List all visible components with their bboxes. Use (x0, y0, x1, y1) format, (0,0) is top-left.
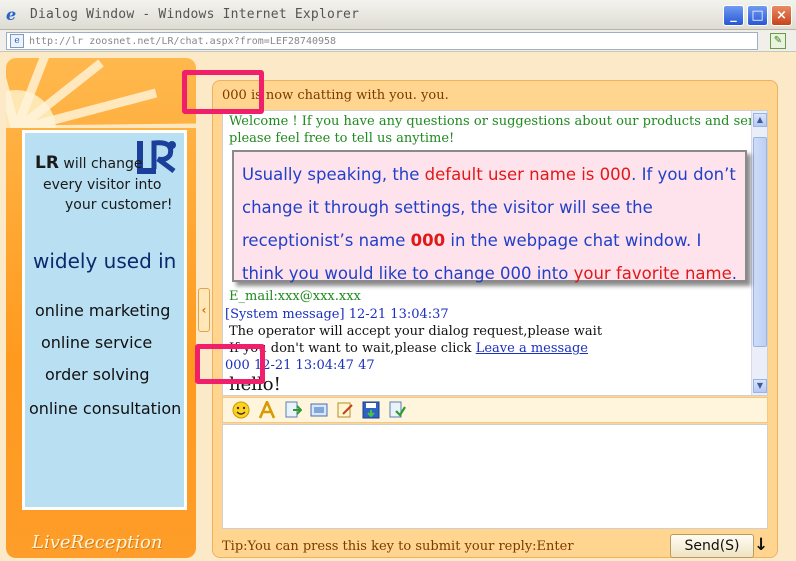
ad-item: order solving (45, 365, 150, 384)
edit-note-icon[interactable] (335, 401, 354, 420)
ad-box: LR will change every visitor into your c… (22, 130, 187, 510)
ad-logo-text: LR (35, 153, 59, 173)
ad-item: online service (41, 333, 153, 352)
page-icon: e (10, 34, 24, 48)
callout-highlight-default: default user name is 000 (424, 165, 632, 184)
address-url[interactable]: http://lr zoosnet.net/LR/chat.aspx?from=… (29, 36, 336, 47)
callout-text-1: Usually speaking, the (242, 165, 425, 184)
page-status-icon[interactable]: ✎ (770, 33, 786, 49)
ad-item: online consultation (29, 399, 182, 418)
screenshot-icon[interactable] (309, 401, 328, 420)
save-icon[interactable] (361, 401, 380, 420)
lr-logo-icon (137, 140, 176, 174)
wait-message-text: If you don't want to wait,please click (229, 341, 472, 356)
window-controls: _ □ × (723, 5, 792, 26)
callout-highlight-favorite: your favorite name (573, 264, 732, 283)
reply-input[interactable] (222, 424, 768, 529)
welcome-line-1: Welcome ! If you have any questions or s… (229, 114, 768, 129)
ad-line-2: every visitor into (43, 177, 162, 193)
minimize-button[interactable]: _ (723, 5, 744, 26)
operator-accept-message: The operator will accept your dialog req… (229, 324, 603, 339)
window-title: Dialog Window - Windows Internet Explore… (30, 7, 360, 22)
send-file-icon[interactable] (283, 401, 302, 420)
annotation-callout: Usually speaking, the default user name … (232, 150, 747, 283)
system-message-label: [System message] 12-21 13:04:37 (225, 307, 449, 322)
address-bar: e http://lr zoosnet.net/LR/chat.aspx?fro… (0, 30, 796, 52)
send-button[interactable]: Send(S) (670, 534, 754, 558)
ad-heading: widely used in (33, 249, 177, 273)
callout-text-4: . (731, 264, 737, 283)
scroll-up-icon[interactable]: ▲ (753, 113, 767, 127)
ie-logo-icon: e (6, 4, 17, 24)
brand-logo: LiveReception (32, 532, 163, 553)
scroll-down-icon[interactable]: ▼ (753, 379, 767, 393)
ad-line-3: your customer! (65, 197, 173, 213)
maximize-button[interactable]: □ (747, 5, 768, 26)
title-bar: e Dialog Window - Windows Internet Explo… (0, 0, 796, 30)
close-button[interactable]: × (771, 5, 792, 26)
leave-message-link[interactable]: Leave a message (476, 341, 588, 356)
scroll-thumb[interactable] (753, 137, 767, 347)
send-options-icon[interactable]: ↓ (754, 534, 768, 558)
email-line: E_mail:xxx@xxx.xxx (229, 289, 361, 304)
message-scrollbar[interactable]: ▲ ▼ (751, 111, 767, 395)
ad-item: online marketing (35, 301, 171, 320)
ad-tagline: LR will change (35, 153, 142, 173)
font-icon[interactable] (257, 401, 276, 420)
highlight-header-name (182, 70, 264, 114)
collapse-panel-handle[interactable]: ‹ (198, 288, 210, 332)
ad-will-change: will change (63, 156, 143, 172)
highlight-message-name (195, 344, 265, 384)
chat-status-header: 000 is now chatting with you. you. (222, 88, 449, 103)
callout-highlight-name: 000 (410, 231, 446, 250)
sunburst-decoration (6, 58, 196, 128)
export-icon[interactable] (387, 401, 406, 420)
address-field[interactable]: e http://lr zoosnet.net/LR/chat.aspx?fro… (6, 32, 758, 50)
chat-toolbar (222, 397, 768, 423)
wait-message: If you don't want to wait,please click L… (229, 341, 588, 356)
submit-tip: Tip:You can press this key to submit you… (222, 539, 574, 554)
emoticon-icon[interactable] (231, 401, 250, 420)
welcome-line-2: please feel free to tell us anytime! (229, 131, 455, 146)
